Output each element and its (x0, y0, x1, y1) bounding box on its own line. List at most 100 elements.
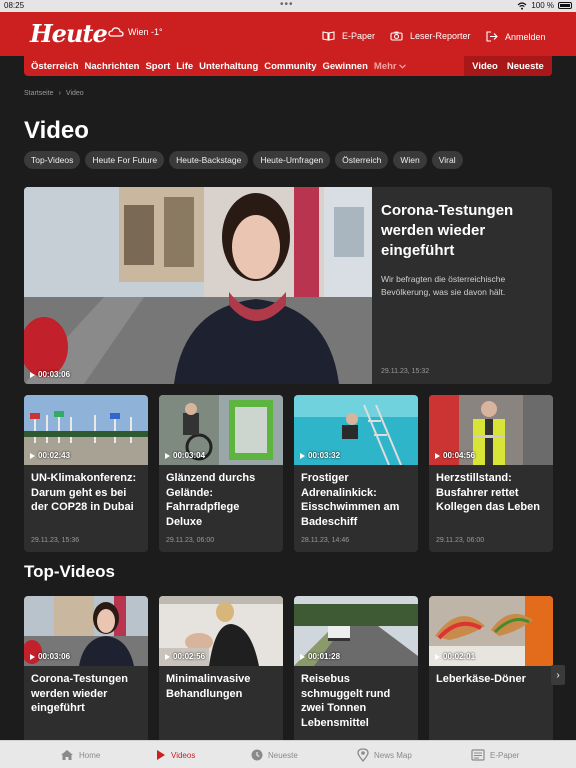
video-title[interactable]: Glänzend durchs Gelände: Fahrradpflege D… (159, 465, 283, 529)
breadcrumb: Startseite › Video (24, 90, 84, 97)
play-icon (300, 653, 305, 660)
chip-wien[interactable]: Wien (393, 151, 427, 169)
video-card[interactable]: 00:01:28 Reisebus schmuggelt rund zwei T… (294, 596, 418, 756)
epaper-link[interactable]: E-Paper (322, 31, 375, 41)
status-bar: 08:25 ••• 100 % (0, 0, 576, 12)
chip-top-videos[interactable]: Top-Videos (24, 151, 81, 169)
video-thumbnail[interactable]: 00:03:06 (24, 596, 148, 666)
tab-videos[interactable]: Videos (156, 741, 195, 768)
video-title[interactable]: UN-Klimakonferenz: Darum geht es bei der… (24, 465, 148, 515)
wifi-icon (517, 1, 527, 10)
video-thumbnail[interactable]: 00:02:43 (24, 395, 148, 465)
video-title[interactable]: Corona-Testungen werden wieder eingeführ… (24, 666, 148, 716)
video-title[interactable]: Herzstillstand: Busfahrer rettet Kollege… (429, 465, 553, 515)
leser-reporter-label: Leser-Reporter (410, 31, 471, 41)
hero-date: 29.11.23, 15:32 (381, 368, 430, 375)
play-icon (435, 452, 440, 459)
video-thumbnail[interactable]: 00:01:28 (294, 596, 418, 666)
play-icon (30, 653, 35, 660)
carousel-next-button[interactable]: › (551, 665, 565, 685)
video-duration-text: 00:01:28 (308, 652, 341, 661)
hero-duration-text: 00:03:06 (38, 370, 71, 379)
nav-item-community[interactable]: Community (264, 61, 316, 72)
video-card[interactable]: 00:03:04 Glänzend durchs Gelände: Fahrra… (159, 395, 283, 552)
video-title[interactable]: Frostiger Adrenalinkick: Eisschwimmen am… (294, 465, 418, 529)
nav-video[interactable]: Video (472, 61, 498, 72)
video-card[interactable]: 00:04:56 Herzstillstand: Busfahrer rette… (429, 395, 553, 552)
hero-video-card[interactable]: 00:03:06 Corona-Testungen werden wieder … (24, 187, 552, 384)
login-icon (486, 31, 498, 42)
video-thumbnail[interactable]: 00:03:32 (294, 395, 418, 465)
video-date: 28.11.23, 14:46 (301, 537, 350, 544)
login-link[interactable]: Anmelden (486, 31, 546, 42)
tab-epaper[interactable]: E-Paper (471, 741, 519, 768)
tab-neueste[interactable]: Neueste (251, 741, 298, 768)
weather-widget[interactable]: Wien -1° (108, 26, 163, 38)
main-nav: Österreich Nachrichten Sport Life Unterh… (24, 56, 552, 76)
nav-item-oesterreich[interactable]: Österreich (31, 61, 79, 72)
leser-reporter-link[interactable]: Leser-Reporter (390, 31, 471, 41)
heute-logo[interactable]: Heute (30, 19, 108, 48)
video-card[interactable]: 00:02:43 UN-Klimakonferenz: Darum geht e… (24, 395, 148, 552)
tab-home-label: Home (79, 750, 101, 760)
breadcrumb-separator-icon: › (58, 90, 61, 97)
status-right: 100 % (517, 1, 572, 10)
chip-viral[interactable]: Viral (431, 151, 463, 169)
battery-icon (558, 2, 572, 9)
nav-item-sport[interactable]: Sport (145, 61, 170, 72)
video-thumbnail[interactable]: 00:02:56 (159, 596, 283, 666)
video-duration-text: 00:03:04 (173, 451, 206, 460)
video-duration: 00:03:04 (165, 451, 205, 460)
hero-thumbnail-image (24, 187, 372, 384)
play-icon (157, 750, 165, 760)
page-title: Video (24, 117, 89, 144)
tab-home[interactable]: Home (60, 741, 100, 768)
video-title[interactable]: Leberkäse-Döner (429, 666, 553, 687)
breadcrumb-current: Video (65, 90, 84, 97)
video-card[interactable]: 00:02:01 Leberkäse-Döner (429, 596, 553, 756)
tab-neueste-label: Neueste (268, 750, 298, 760)
video-thumbnail[interactable]: 00:04:56 (429, 395, 553, 465)
video-title[interactable]: Minimalinvasive Behandlungen (159, 666, 283, 701)
play-icon (30, 452, 35, 459)
tab-epaper-label: E-Paper (490, 750, 520, 760)
multitasking-dots-icon[interactable]: ••• (280, 0, 294, 10)
video-thumbnail[interactable]: 00:02:01 (429, 596, 553, 666)
hero-thumbnail[interactable]: 00:03:06 (24, 187, 372, 384)
nav-item-life[interactable]: Life (176, 61, 193, 72)
play-icon (435, 653, 440, 660)
video-card[interactable]: 00:03:32 Frostiger Adrenalinkick: Eissch… (294, 395, 418, 552)
chip-heute-backstage[interactable]: Heute-Backstage (169, 151, 249, 169)
nav-item-nachrichten[interactable]: Nachrichten (85, 61, 140, 72)
nav-more-dropdown[interactable]: Mehr (373, 60, 407, 72)
home-icon (61, 750, 73, 760)
play-icon (165, 653, 170, 660)
breadcrumb-home[interactable]: Startseite (24, 90, 54, 97)
tab-news-map-label: News Map (374, 750, 412, 760)
tab-news-map[interactable]: News Map (357, 741, 412, 768)
book-icon (322, 31, 335, 41)
camera-icon (390, 31, 403, 41)
chip-heute-umfragen[interactable]: Heute-Umfragen (253, 151, 331, 169)
nav-more-label: Mehr (373, 60, 397, 72)
video-duration: 00:04:56 (435, 451, 475, 460)
video-duration: 00:03:32 (300, 451, 340, 460)
play-icon (165, 452, 170, 459)
video-date: 29.11.23, 06:00 (436, 537, 485, 544)
chevron-right-icon: › (556, 669, 560, 681)
video-card[interactable]: 00:02:56 Minimalinvasive Behandlungen (159, 596, 283, 756)
play-icon (300, 452, 305, 459)
video-duration-text: 00:04:56 (443, 451, 476, 460)
chip-heute-for-future[interactable]: Heute For Future (85, 151, 165, 169)
hero-title[interactable]: Corona-Testungen werden wieder eingeführ… (381, 201, 546, 261)
nav-neueste[interactable]: Neueste (507, 61, 544, 72)
video-card[interactable]: 00:03:06 Corona-Testungen werden wieder … (24, 596, 148, 756)
site-header: Heute Wien -1° E-Paper Leser-Reporter An… (0, 12, 576, 56)
video-title[interactable]: Reisebus schmuggelt rund zwei Tonnen Leb… (294, 666, 418, 730)
video-thumbnail[interactable]: 00:03:04 (159, 395, 283, 465)
nav-item-gewinnen[interactable]: Gewinnen (323, 61, 368, 72)
nav-item-unterhaltung[interactable]: Unterhaltung (199, 61, 258, 72)
chip-oesterreich[interactable]: Österreich (335, 151, 389, 169)
cloud-icon (108, 27, 124, 37)
weather-text: Wien -1° (128, 27, 163, 37)
